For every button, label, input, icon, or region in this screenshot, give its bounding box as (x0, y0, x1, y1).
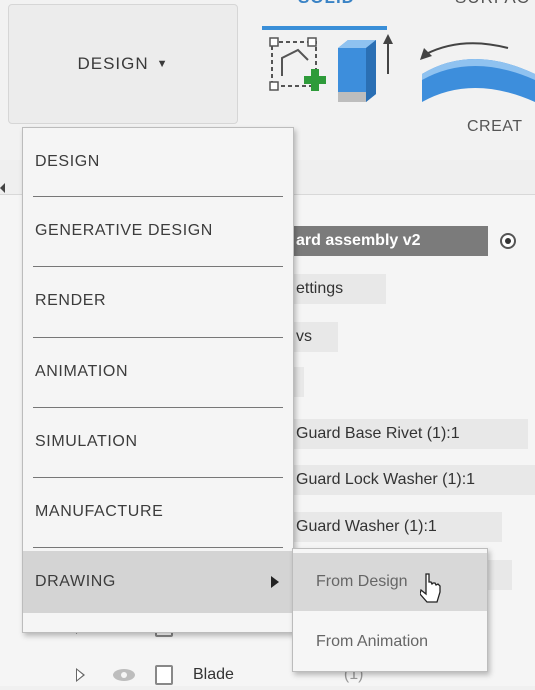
menu-item-render[interactable]: RENDER (23, 267, 293, 335)
drawing-submenu: From Design From Animation (292, 548, 488, 672)
expand-triangle-icon[interactable] (76, 668, 85, 682)
tree-item-label: Blade (193, 666, 234, 683)
mouse-cursor-icon (419, 572, 444, 606)
create-group-label[interactable]: CREAT (467, 118, 523, 136)
menu-divider (33, 547, 283, 548)
tree-item[interactable]: Guard Lock Washer (1):1 (290, 465, 535, 495)
create-sketch-icon[interactable] (268, 36, 330, 102)
chevron-down-icon: ▼ (156, 58, 169, 70)
component-icon (155, 665, 173, 685)
submenu-item-from-animation[interactable]: From Animation (293, 613, 487, 671)
tab-surface[interactable]: SURFAC (455, 0, 530, 8)
menu-item-simulation[interactable]: SIMULATION (23, 408, 293, 476)
workspace-menu: DESIGN GENERATIVE DESIGN RENDER ANIMATIO… (22, 127, 294, 633)
menu-item-manufacture[interactable]: MANUFACTURE (23, 478, 293, 546)
active-radio-icon[interactable] (500, 233, 516, 249)
tree-item[interactable]: ettings (290, 274, 386, 304)
browser-root-item[interactable]: ard assembly v2 (290, 226, 488, 256)
menu-item-drawing[interactable]: DRAWING (23, 551, 293, 613)
tab-solid[interactable]: SOLID (298, 0, 355, 8)
tree-item[interactable]: vs (290, 322, 338, 352)
menu-item-drawing-label: DRAWING (35, 573, 116, 590)
tree-item[interactable]: Guard Base Rivet (1):1 (290, 419, 528, 449)
tree-item[interactable]: Guard Washer (1):1 (290, 512, 502, 542)
menu-item-design[interactable]: DESIGN (23, 128, 293, 196)
workspace-switcher-button[interactable]: DESIGN ▼ (8, 4, 238, 124)
eye-icon[interactable] (113, 669, 135, 681)
menu-item-animation[interactable]: ANIMATION (23, 338, 293, 406)
workspace-switcher-label: DESIGN (77, 54, 149, 73)
submenu-item-from-design[interactable]: From Design (293, 553, 487, 611)
submenu-arrow-icon (271, 576, 279, 588)
extrude-icon[interactable] (334, 30, 398, 106)
menu-item-generative-design[interactable]: GENERATIVE DESIGN (23, 197, 293, 265)
revolve-icon[interactable] (412, 34, 535, 104)
collapse-arrow-icon[interactable] (0, 183, 5, 193)
